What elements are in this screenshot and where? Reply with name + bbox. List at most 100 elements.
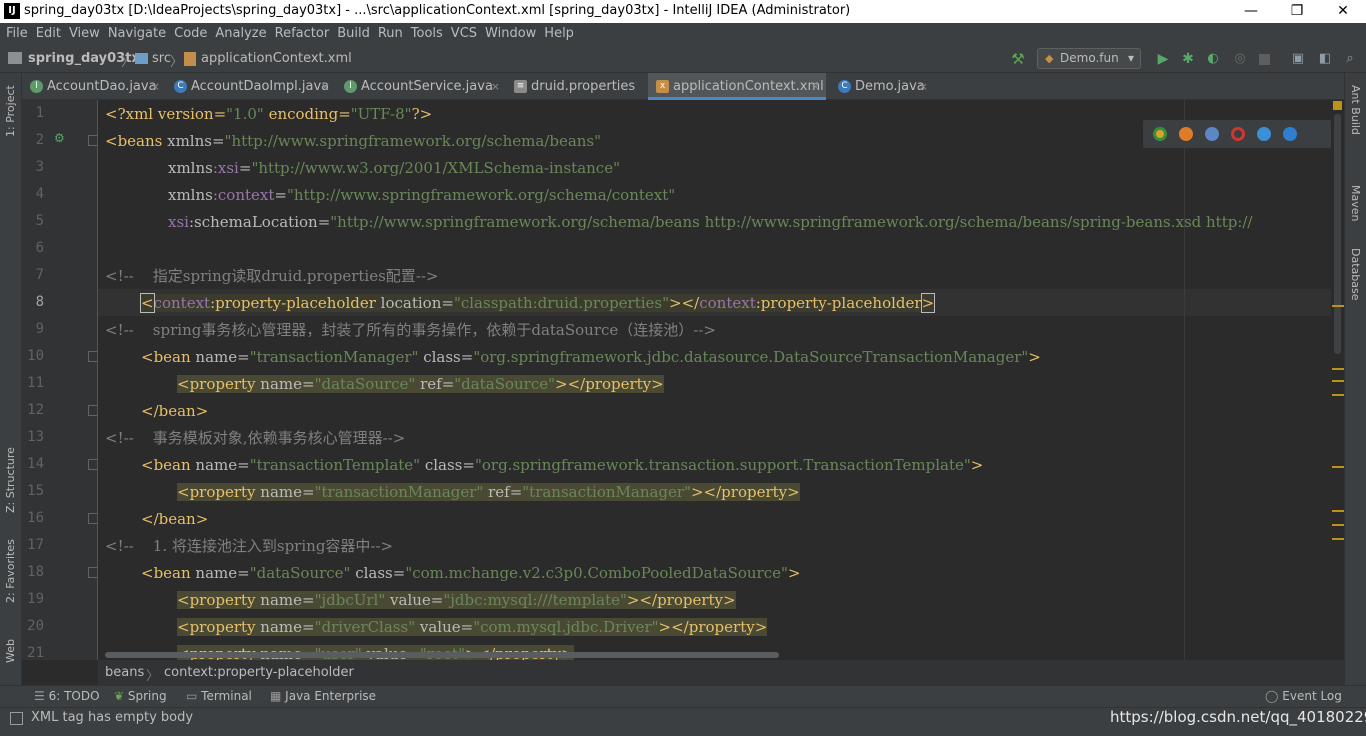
close-icon[interactable]: × (321, 73, 330, 100)
java-enterprise-tool-button[interactable]: ▦ Java Enterprise (270, 689, 376, 703)
menu-tools[interactable]: Tools (407, 23, 447, 45)
terminal-tool-button[interactable]: ▭ Terminal (186, 689, 252, 703)
code-line-9: <!-- spring事务核心管理器，封装了所有的事务操作，依赖于dataSou… (105, 321, 716, 339)
line-number: 20 (27, 618, 44, 634)
profile-icon[interactable]: ◎ (1232, 51, 1248, 67)
project-structure-icon[interactable]: ▣ (1290, 51, 1306, 67)
terminal-icon: ▭ (186, 689, 198, 703)
horizontal-scrollbar-thumb[interactable] (105, 652, 779, 658)
line-number: 8 (35, 294, 44, 310)
maven-tool-button[interactable]: Maven (1349, 185, 1362, 221)
menu-build[interactable]: Build (333, 23, 374, 45)
spring-bean-gutter-icon[interactable]: ⚙ (54, 131, 72, 147)
menu-run[interactable]: Run (374, 23, 407, 45)
warning-mark[interactable] (1332, 466, 1344, 468)
ant-build-tool-button[interactable]: Ant Build (1349, 85, 1362, 135)
menu-view[interactable]: View (65, 23, 104, 45)
line-number: 11 (27, 375, 44, 391)
tab-druid-properties[interactable]: ≡ druid.properties (506, 73, 648, 100)
warning-mark[interactable] (1332, 524, 1344, 526)
close-icon[interactable]: × (151, 73, 160, 100)
source-folder-icon (135, 53, 148, 64)
menu-edit[interactable]: Edit (32, 23, 65, 45)
warning-mark[interactable] (1332, 368, 1344, 370)
layout-icon[interactable]: ◧ (1317, 51, 1333, 67)
tab-accountdao[interactable]: I AccountDao.java × (22, 73, 166, 100)
event-log-icon: ◯ (1265, 689, 1279, 703)
code-line-14: <bean name="transactionTemplate" class="… (141, 456, 984, 474)
close-icon[interactable]: × (491, 73, 500, 100)
close-icon[interactable]: × (919, 73, 928, 100)
warning-mark[interactable] (1332, 538, 1344, 540)
code-line-15: <property name="transactionManager" ref=… (177, 483, 800, 501)
warning-mark[interactable] (1332, 305, 1344, 307)
breadcrumb-src[interactable]: src (152, 51, 171, 66)
firefox-icon[interactable] (1179, 127, 1193, 141)
internet-explorer-icon[interactable] (1257, 127, 1271, 141)
line-number: 2 (35, 132, 44, 148)
chrome-icon[interactable] (1153, 127, 1167, 141)
code-line-2: <beans xmlns="http://www.springframework… (105, 132, 602, 150)
edge-icon[interactable] (1283, 127, 1297, 141)
coverage-icon[interactable]: ◐ (1205, 51, 1221, 67)
stop-icon[interactable] (1259, 54, 1270, 65)
close-button[interactable]: ✕ (1320, 0, 1366, 23)
menu-vcs[interactable]: VCS (447, 23, 481, 45)
intellij-logo-icon: IJ (4, 3, 20, 19)
run-configuration-select[interactable]: ◆ Demo.fun ▾ (1037, 48, 1141, 69)
tool-windows-toggle-icon[interactable] (10, 712, 23, 725)
menu-file[interactable]: File (0, 23, 32, 45)
breadcrumb-file[interactable]: applicationContext.xml (201, 51, 352, 66)
tool-window-bar: ☰ 6: TODO ❦ Spring ▭ Terminal ▦ Java Ent… (0, 685, 1366, 707)
close-icon[interactable]: × (811, 73, 820, 100)
class-icon: C (838, 80, 851, 93)
code-line-17: <!-- 1. 将连接池注入到spring容器中--> (105, 537, 394, 555)
warning-mark[interactable] (1332, 380, 1344, 382)
breadcrumb-separator: 〉 (146, 669, 160, 684)
todo-tool-button[interactable]: ☰ 6: TODO (34, 689, 100, 703)
warning-indicator-icon[interactable] (1333, 101, 1342, 110)
warning-mark[interactable] (1332, 510, 1344, 512)
watermark-text: https://blog.csdn.net/qq_40180229 (1110, 708, 1366, 726)
tab-demo[interactable]: C Demo.java × (830, 73, 934, 100)
properties-file-icon: ≡ (514, 80, 527, 93)
structure-tool-button[interactable]: Z: Structure (4, 447, 17, 513)
tab-label: AccountDao.java (47, 79, 157, 94)
breadcrumb-beans[interactable]: beans (105, 665, 144, 680)
menu-window[interactable]: Window (481, 23, 540, 45)
window-title: spring_day03tx [D:\IdeaProjects\spring_d… (24, 3, 851, 18)
restore-button[interactable]: ❐ (1274, 0, 1320, 23)
project-tool-button[interactable]: 1: Project (4, 85, 17, 137)
code-line-10: <bean name="transactionManager" class="o… (141, 348, 1041, 366)
error-stripe[interactable] (1331, 100, 1344, 660)
tab-accountdaoimpl[interactable]: C AccountDaoImpl.java × (166, 73, 336, 100)
tab-accountservice[interactable]: I AccountService.java × (336, 73, 506, 100)
breadcrumb-property-placeholder[interactable]: context:property-placeholder (164, 665, 354, 680)
database-tool-button[interactable]: Database (1349, 248, 1362, 301)
warning-mark[interactable] (1332, 394, 1344, 396)
event-log-tool-button[interactable]: ◯ Event Log (1265, 689, 1342, 703)
opera-icon[interactable] (1231, 127, 1245, 141)
menu-help[interactable]: Help (540, 23, 578, 45)
menu-code[interactable]: Code (170, 23, 211, 45)
code-editor[interactable]: <?xml version="1.0" encoding="UTF-8"?> <… (98, 100, 1331, 660)
debug-icon[interactable]: ✱ (1180, 51, 1196, 67)
safari-icon[interactable] (1205, 127, 1219, 141)
tab-applicationcontext[interactable]: x applicationContext.xml × (648, 73, 826, 100)
build-hammer-icon[interactable]: ⚒ (1010, 51, 1026, 67)
code-line-8: <context:property-placeholder location="… (140, 293, 936, 313)
web-tool-button[interactable]: Web (4, 639, 17, 663)
spring-tool-button[interactable]: ❦ Spring (114, 689, 167, 703)
search-everywhere-icon[interactable]: ⌕ (1342, 51, 1358, 67)
line-number-gutter[interactable]: 1 2 3 4 5 6 7 8 9 10 11 12 13 14 15 16 1… (22, 100, 99, 661)
line-number: 17 (27, 537, 44, 553)
minimize-button[interactable]: — (1228, 0, 1274, 23)
menu-navigate[interactable]: Navigate (104, 23, 170, 45)
favorites-tool-button[interactable]: 2: Favorites (4, 539, 17, 603)
menu-refactor[interactable]: Refactor (271, 23, 334, 45)
xml-file-icon: x (656, 80, 669, 93)
run-icon[interactable]: ▶ (1155, 51, 1171, 67)
menu-analyze[interactable]: Analyze (211, 23, 270, 45)
line-number: 4 (35, 186, 44, 202)
editor-scrollbar-thumb[interactable] (1334, 114, 1341, 354)
